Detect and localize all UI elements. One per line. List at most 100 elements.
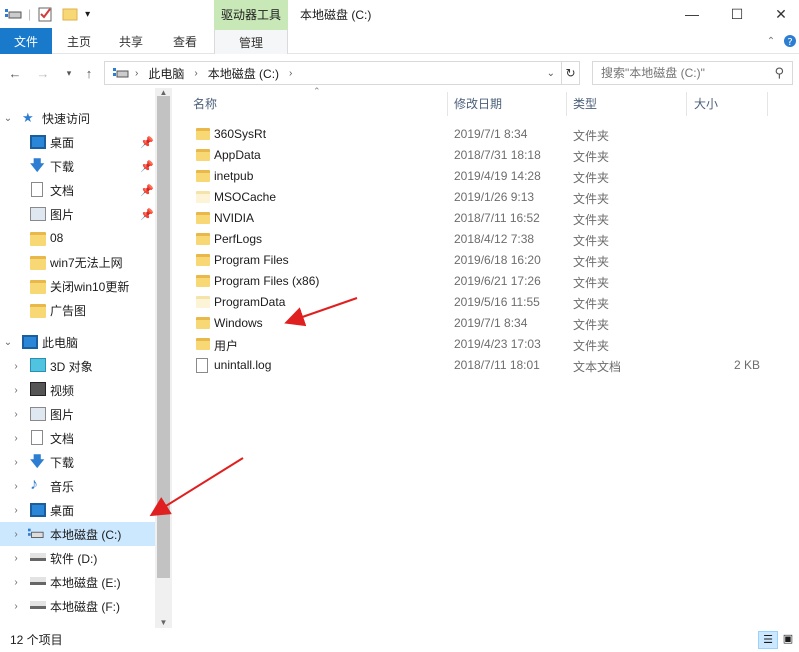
column-divider[interactable] — [686, 92, 687, 116]
nav-quick-folder-08[interactable]: 08 — [0, 226, 155, 250]
new-folder-icon[interactable] — [61, 6, 79, 22]
nav-pc-downloads[interactable]: › 🡇 下载 — [0, 450, 155, 474]
breadcrumb-separator-icon[interactable]: › — [289, 68, 292, 79]
file-row[interactable]: Program Files (x86) 2019/6/21 17:26 文件夹 — [190, 271, 770, 292]
up-button[interactable]: ↑ — [80, 62, 98, 84]
back-button[interactable]: ← — [6, 62, 24, 84]
tab-view[interactable]: 查看 — [164, 28, 206, 54]
chevron-right-icon[interactable]: › — [10, 361, 22, 372]
maximize-button[interactable]: ☐ — [714, 0, 760, 28]
folder-icon — [196, 149, 210, 161]
file-row[interactable]: unintall.log 2018/7/11 18:01 文本文档 2 KB — [190, 355, 770, 376]
recent-locations-button[interactable]: ▾ — [60, 62, 78, 84]
chevron-right-icon[interactable]: › — [10, 409, 22, 420]
breadcrumb-separator-icon[interactable]: › — [135, 68, 138, 79]
nav-this-pc[interactable]: ⌄ 此电脑 — [0, 330, 155, 354]
nav-pc-3d-objects[interactable]: › 3D 对象 — [0, 354, 155, 378]
chevron-right-icon[interactable]: › — [10, 577, 22, 588]
details-view-button[interactable]: ☰ — [758, 631, 778, 649]
chevron-right-icon[interactable]: › — [10, 529, 22, 540]
nav-quick-pictures[interactable]: 图片 📌 — [0, 202, 155, 226]
chevron-expanded-icon[interactable]: ⌄ — [2, 337, 14, 348]
pin-icon[interactable]: 📌 — [140, 136, 154, 149]
column-header-date[interactable]: 修改日期 — [454, 88, 564, 118]
nav-quick-folder-win10[interactable]: 关闭win10更新 — [0, 274, 155, 298]
nav-pc-documents[interactable]: › 文档 — [0, 426, 155, 450]
nav-scrollbar[interactable]: ▲ ▼ — [155, 88, 172, 628]
tab-manage[interactable]: 管理 — [214, 28, 288, 54]
tab-file[interactable]: 文件 — [0, 28, 52, 54]
nav-label: 08 — [50, 231, 64, 245]
nav-pc-music[interactable]: › ♪ 音乐 — [0, 474, 155, 498]
scroll-down-icon[interactable]: ▼ — [155, 618, 172, 628]
chevron-right-icon[interactable]: › — [10, 457, 22, 468]
breadcrumb-this-pc[interactable]: 此电脑 — [148, 65, 184, 82]
file-row[interactable]: PerfLogs 2018/4/12 7:38 文件夹 — [190, 229, 770, 250]
column-header-type[interactable]: 类型 — [573, 88, 683, 118]
search-box[interactable]: ⚲ — [592, 61, 793, 85]
address-bar[interactable]: › 此电脑 › 本地磁盘 (C:) › ⌄ — [104, 61, 562, 85]
forward-button[interactable]: → — [34, 62, 52, 84]
file-row[interactable]: MSOCache 2019/1/26 9:13 文件夹 — [190, 187, 770, 208]
column-header-size[interactable]: 大小 — [694, 88, 764, 118]
nav-pc-drive-e[interactable]: › 本地磁盘 (E:) — [0, 570, 155, 594]
nav-pc-pictures[interactable]: › 图片 — [0, 402, 155, 426]
help-button[interactable]: ? — [782, 28, 798, 54]
file-row[interactable]: AppData 2018/7/31 18:18 文件夹 — [190, 145, 770, 166]
breadcrumb-separator-icon[interactable]: › — [194, 68, 197, 79]
chevron-right-icon[interactable]: › — [10, 553, 22, 564]
nav-pc-drive-d[interactable]: › 软件 (D:) — [0, 546, 155, 570]
customize-toolbar-icon[interactable]: ▾ — [85, 9, 90, 20]
file-row[interactable]: ProgramData 2019/5/16 11:55 文件夹 — [190, 292, 770, 313]
file-type: 文件夹 — [573, 192, 610, 206]
nav-pc-drive-f[interactable]: › 本地磁盘 (F:) — [0, 594, 155, 618]
search-input[interactable] — [601, 66, 761, 80]
pin-icon[interactable]: 📌 — [140, 184, 154, 197]
address-dropdown-icon[interactable]: ⌄ — [547, 68, 555, 79]
column-divider[interactable] — [566, 92, 567, 116]
chevron-right-icon[interactable]: › — [10, 505, 22, 516]
tab-home[interactable]: 主页 — [58, 28, 100, 54]
pin-icon[interactable]: 📌 — [140, 208, 154, 221]
close-button[interactable]: ✕ — [758, 0, 799, 28]
nav-quick-downloads[interactable]: 🡇 下载 📌 — [0, 154, 155, 178]
file-row[interactable]: inetpub 2019/4/19 14:28 文件夹 — [190, 166, 770, 187]
nav-quick-desktop[interactable]: 桌面 📌 — [0, 130, 155, 154]
file-row[interactable]: 360SysRt 2019/7/1 8:34 文件夹 — [190, 124, 770, 145]
chevron-right-icon[interactable]: › — [10, 481, 22, 492]
chevron-expanded-icon[interactable]: ⌄ — [2, 113, 14, 124]
star-icon: ★ — [22, 110, 34, 125]
chevron-right-icon[interactable]: › — [10, 601, 22, 612]
folder-icon — [196, 317, 210, 329]
nav-pc-desktop[interactable]: › 桌面 — [0, 498, 155, 522]
column-header-name[interactable]: 名称 ⌃ — [193, 86, 443, 118]
breadcrumb-local-disk-c[interactable]: 本地磁盘 (C:) — [208, 65, 279, 82]
nav-quick-documents[interactable]: 文档 📌 — [0, 178, 155, 202]
pin-icon[interactable]: 📌 — [140, 160, 154, 173]
column-divider[interactable] — [447, 92, 448, 116]
folder-icon — [196, 128, 210, 140]
nav-pc-videos[interactable]: › 视频 — [0, 378, 155, 402]
scrollbar-thumb[interactable] — [157, 96, 170, 578]
chevron-right-icon[interactable]: › — [10, 433, 22, 444]
nav-pc-drive-c[interactable]: › 本地磁盘 (C:) — [0, 522, 155, 546]
file-row[interactable]: Program Files 2019/6/18 16:20 文件夹 — [190, 250, 770, 271]
nav-quick-folder-win7[interactable]: win7无法上网 — [0, 250, 155, 274]
column-divider[interactable] — [767, 92, 768, 116]
file-row[interactable]: 用户 2019/4/23 17:03 文件夹 — [190, 334, 770, 355]
nav-quick-folder-ads[interactable]: 广告图 — [0, 298, 155, 322]
file-date: 2019/1/26 9:13 — [454, 190, 535, 204]
refresh-button[interactable]: ↻ — [562, 61, 580, 85]
collapse-ribbon-icon[interactable]: ⌃ — [762, 28, 780, 54]
properties-icon[interactable] — [37, 6, 53, 22]
chevron-right-icon[interactable]: › — [10, 385, 22, 396]
nav-label: 广告图 — [50, 303, 87, 318]
column-label: 修改日期 — [454, 96, 503, 111]
file-row[interactable]: Windows 2019/7/1 8:34 文件夹 — [190, 313, 770, 334]
minimize-button[interactable]: — — [669, 0, 715, 28]
navigation-pane: ⌄ ★ 快速访问 桌面 📌 🡇 下载 📌 文档 📌 图片 📌 08 win7无法… — [0, 88, 172, 628]
nav-quick-access[interactable]: ⌄ ★ 快速访问 — [0, 106, 155, 130]
file-row[interactable]: NVIDIA 2018/7/11 16:52 文件夹 — [190, 208, 770, 229]
large-icons-view-button[interactable]: ▣ — [778, 631, 798, 649]
tab-share[interactable]: 共享 — [110, 28, 152, 54]
